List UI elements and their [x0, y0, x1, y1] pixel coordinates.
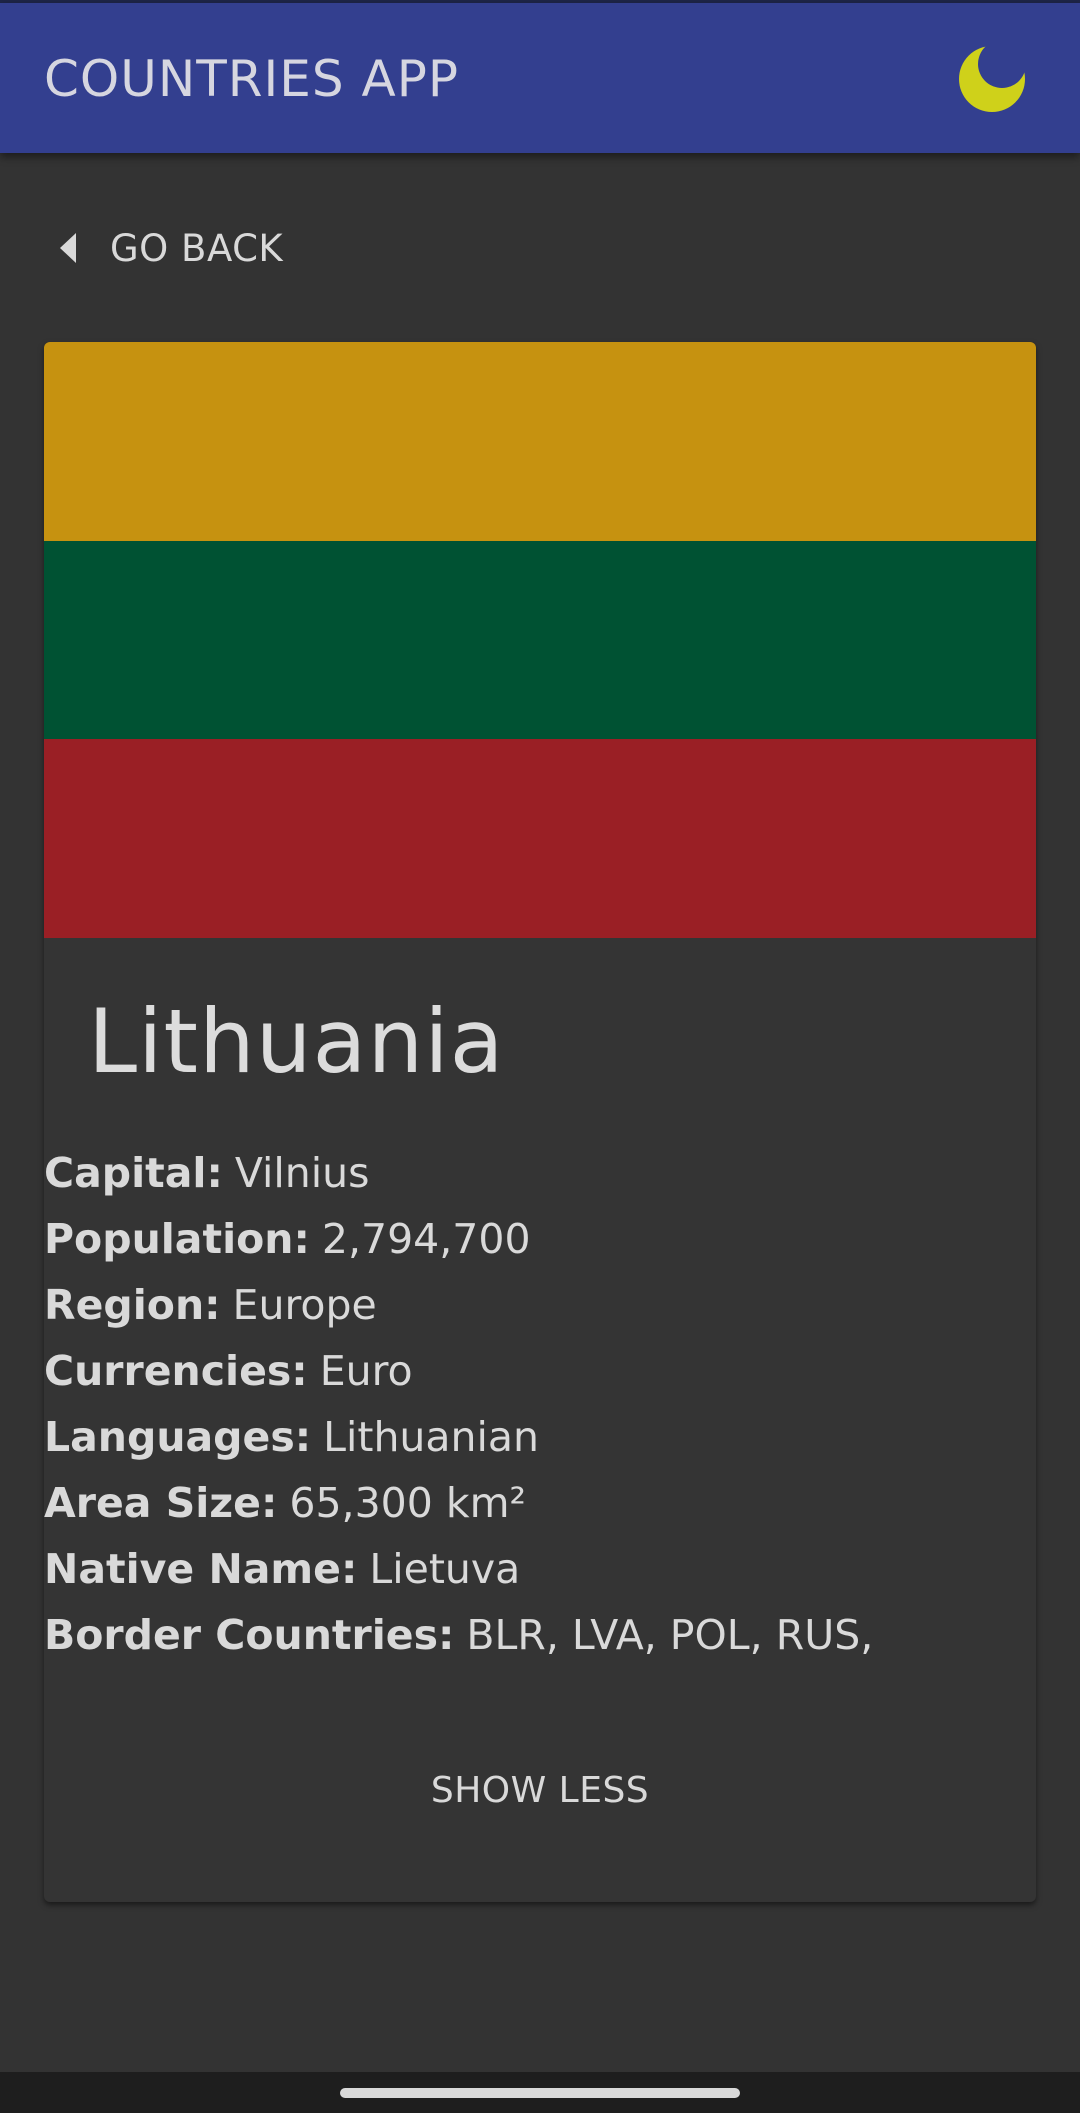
moon-icon — [959, 46, 1025, 112]
fact-value: 65,300 km² — [289, 1479, 526, 1527]
country-flag — [44, 342, 1036, 938]
fact-native-name: Native Name: Lietuva — [44, 1536, 873, 1602]
fact-label: Languages: — [44, 1413, 312, 1461]
fact-value: BLR, LVA, POL, RUS, — [466, 1611, 874, 1659]
fact-value: Lietuva — [369, 1545, 521, 1593]
fact-region: Region: Europe — [44, 1272, 873, 1338]
fact-label: Area Size: — [44, 1479, 278, 1527]
app-title: COUNTRIES APP — [44, 50, 460, 108]
fact-currencies: Currencies: Euro — [44, 1338, 873, 1404]
country-card: Lithuania — [44, 342, 1036, 1902]
fact-capital: Capital: Vilnius — [44, 1140, 873, 1206]
fact-value: Euro — [319, 1347, 413, 1395]
flag-stripe-bottom — [44, 739, 1036, 938]
fact-label: Capital: — [44, 1149, 223, 1197]
fact-population: Population: 2,794,700 — [44, 1206, 873, 1272]
flag-stripe-top — [44, 342, 1036, 541]
fact-value: Lithuanian — [323, 1413, 540, 1461]
fact-label: Native Name: — [44, 1545, 358, 1593]
go-back-label: GO BACK — [110, 226, 284, 270]
go-back-button[interactable]: GO BACK — [60, 218, 283, 278]
fact-label: Region: — [44, 1281, 221, 1329]
show-less-button[interactable]: SHOW LESS — [0, 1770, 1080, 1811]
home-indicator[interactable] — [340, 2088, 740, 2098]
country-facts: Capital: Vilnius Population: 2,794,700 Reg… — [44, 1140, 873, 1668]
system-navigation-bar — [0, 2072, 1080, 2113]
fact-languages: Languages: Lithuanian — [44, 1404, 873, 1470]
app-bar: COUNTRIES APP — [0, 3, 1080, 153]
fact-label: Population: — [44, 1215, 310, 1263]
fact-value: 2,794,700 — [321, 1215, 531, 1263]
fact-border-countries: Border Countries: BLR, LVA, POL, RUS, — [44, 1602, 873, 1668]
flag-stripe-middle — [44, 540, 1036, 740]
fact-value: Vilnius — [234, 1149, 370, 1197]
country-name: Lithuania — [88, 990, 505, 1093]
fact-label: Currencies: — [44, 1347, 308, 1395]
fact-label: Border Countries: — [44, 1611, 455, 1659]
caret-left-icon — [60, 231, 86, 265]
theme-toggle-button[interactable] — [952, 39, 1032, 119]
fact-value: Europe — [232, 1281, 377, 1329]
fact-area-size: Area Size: 65,300 km² — [44, 1470, 873, 1536]
